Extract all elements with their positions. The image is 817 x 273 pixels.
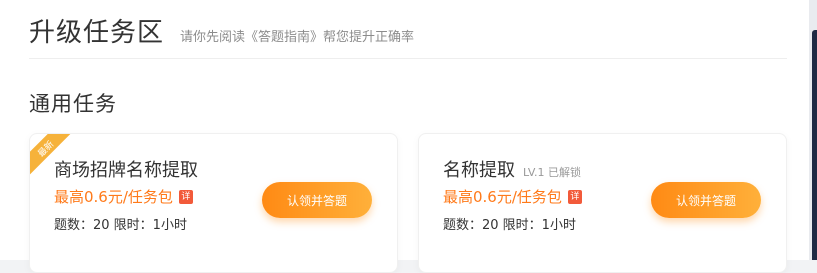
task-page: 升级任务区 请你先阅读《答题指南》帮您提升正确率 通用任务 最新 商场招牌名称提… — [0, 0, 809, 273]
new-ribbon-label: 最新 — [36, 139, 56, 159]
task-meta: 题数：20 限时：1小时 — [54, 218, 187, 233]
page-subtitle-guide-link[interactable]: 请你先阅读《答题指南》帮您提升正确率 — [180, 26, 414, 45]
task-card: 最新 商场招牌名称提取 最高0.6元/任务包 详 题数：20 限时：1小时 认领… — [29, 133, 398, 273]
task-name: 名称提取 — [443, 160, 515, 181]
task-name: 商场招牌名称提取 — [54, 160, 198, 181]
task-reward-row: 最高0.6元/任务包 详 — [54, 186, 193, 207]
task-reward-row: 最高0.6元/任务包 详 — [443, 186, 582, 207]
page-title: 升级任务区 — [29, 18, 165, 48]
claim-answer-button[interactable]: 认领并答题 — [262, 182, 372, 218]
claim-answer-button[interactable]: 认领并答题 — [651, 182, 761, 218]
right-edge-dark-panel — [812, 30, 817, 260]
task-level-status: LV.1 已解锁 — [523, 166, 582, 179]
page-header: 升级任务区 请你先阅读《答题指南》帮您提升正确率 — [29, 12, 414, 48]
task-name-row: 名称提取 LV.1 已解锁 — [443, 156, 581, 182]
task-reward: 最高0.6元/任务包 — [443, 188, 562, 206]
task-card: 名称提取 LV.1 已解锁 最高0.6元/任务包 详 题数：20 限时：1小时 … — [418, 133, 787, 273]
header-divider — [29, 58, 787, 59]
task-meta: 题数：20 限时：1小时 — [443, 218, 576, 233]
task-reward: 最高0.6元/任务包 — [54, 188, 173, 206]
detail-badge[interactable]: 详 — [178, 189, 193, 204]
right-edge-panel — [809, 0, 817, 260]
task-name-row: 商场招牌名称提取 — [54, 156, 198, 182]
detail-badge[interactable]: 详 — [567, 189, 582, 204]
section-title: 通用任务 — [29, 92, 117, 116]
